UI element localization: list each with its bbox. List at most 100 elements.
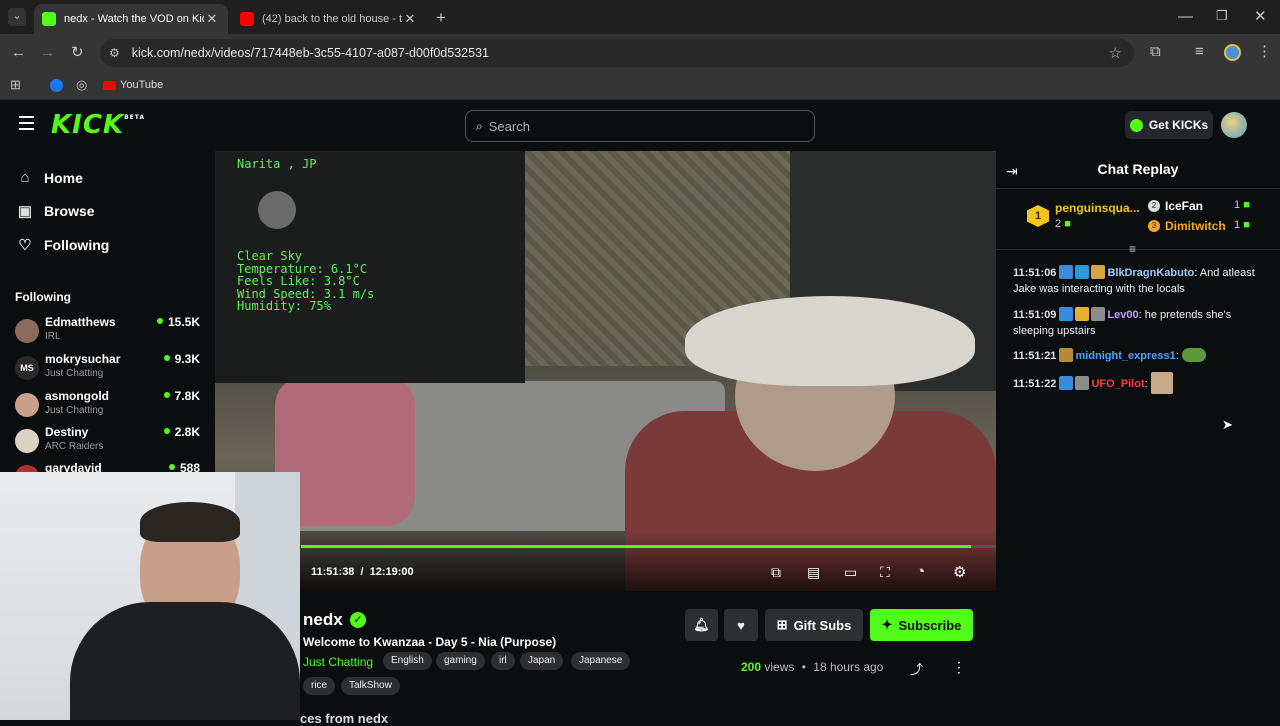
- get-kicks-button[interactable]: Get KICKs: [1125, 111, 1213, 139]
- close-tab-icon[interactable]: ✕: [402, 11, 418, 27]
- category-link[interactable]: Just Chatting: [303, 655, 373, 669]
- bookmark-label: YouTube: [120, 79, 164, 91]
- gift-subs-button[interactable]: ⊞ Gift Subs: [765, 609, 863, 641]
- viewer-count: 15.5K: [156, 315, 200, 329]
- share-icon[interactable]: ⤴: [910, 659, 923, 678]
- message-username[interactable]: BlkDragnKabuto: [1107, 267, 1194, 279]
- hamburger-menu-icon[interactable]: [19, 116, 34, 130]
- close-window-button[interactable]: ✕: [1254, 9, 1267, 24]
- bookmark-star-icon[interactable]: ☆: [1109, 44, 1122, 62]
- chat-message: 11:51:09 Lev00: he pretends she's sleepin…: [1013, 307, 1232, 337]
- pip-icon[interactable]: ⧉: [771, 564, 781, 581]
- nav-label: Home: [44, 169, 83, 186]
- new-tab-button[interactable]: +: [436, 9, 446, 26]
- nav-following[interactable]: ♡ Following: [16, 236, 109, 254]
- sub-badge-icon: [1059, 265, 1074, 279]
- tag-pill[interactable]: English: [383, 652, 432, 670]
- back-button[interactable]: ←: [11, 45, 26, 60]
- tag-pill[interactable]: irl: [491, 652, 515, 670]
- kick-favicon: [42, 12, 56, 26]
- tab-search-button[interactable]: ⌄: [8, 8, 26, 26]
- globe-icon[interactable]: ◎: [76, 78, 87, 91]
- address-bar[interactable]: ⚙ kick.com/nedx/videos/717448eb-3c55-410…: [100, 39, 1134, 67]
- avatar: [15, 319, 39, 343]
- leaderboard-name[interactable]: Dimitwitch: [1165, 219, 1226, 233]
- logo-beta-badge: BETA: [124, 114, 146, 121]
- message-username[interactable]: Lev00: [1107, 309, 1138, 321]
- theater-mode-icon[interactable]: ▭: [844, 564, 857, 581]
- views-count: 200: [741, 660, 762, 674]
- heart-icon: ♡: [18, 237, 32, 254]
- face-emote-icon: [1150, 372, 1173, 394]
- channel-item-edmatthews[interactable]: Edmatthews IRL 15.5K: [15, 315, 200, 349]
- channel-name: mokrysuchar: [45, 352, 121, 366]
- tag-pill[interactable]: rice: [303, 677, 336, 695]
- more-options-icon[interactable]: ⋮: [952, 659, 966, 676]
- menu-kebab-icon[interactable]: ⋮: [1257, 44, 1272, 59]
- tab-title: (42) back to the old house - the: [262, 13, 402, 25]
- channel-item-destiny[interactable]: Destiny ARC Raiders 2.8K: [15, 425, 200, 459]
- message-username[interactable]: midnight_express1: [1075, 350, 1175, 362]
- heart-icon: ♥: [737, 617, 745, 633]
- mouse-cursor-icon: ➤: [1222, 417, 1233, 432]
- leaderboard-name[interactable]: penguinsqua...: [1055, 201, 1140, 215]
- tag-pill[interactable]: Japan: [520, 652, 564, 670]
- site-info-icon[interactable]: ⚙: [109, 46, 120, 60]
- kick-logo[interactable]: KICKBETA: [51, 110, 145, 140]
- facebook-icon[interactable]: [50, 79, 63, 92]
- nav-browse[interactable]: ▣ Browse: [16, 202, 95, 220]
- tag-pill[interactable]: Japanese: [571, 652, 631, 670]
- tab-youtube[interactable]: (42) back to the old house - the ✕: [232, 4, 426, 34]
- viewer-count: 9.3K: [163, 352, 200, 366]
- message-username[interactable]: UFO_Pilot: [1091, 378, 1144, 390]
- profile-avatar[interactable]: [1224, 44, 1241, 61]
- playback-speed-icon[interactable]: ◔: [916, 563, 925, 580]
- live-dot-icon: [156, 318, 163, 324]
- tag-pill[interactable]: TalkShow: [341, 677, 400, 695]
- channel-name[interactable]: nedx: [303, 610, 343, 630]
- seek-bar[interactable]: [301, 545, 996, 548]
- close-tab-icon[interactable]: ✕: [204, 11, 220, 27]
- weather-readout: Clear Sky Temperature: 6.1°C Feels Like:…: [237, 250, 374, 313]
- settings-gear-icon[interactable]: ⚙: [953, 563, 966, 581]
- gift-icon: ⊞: [776, 617, 788, 632]
- clip-icon[interactable]: ▤: [807, 564, 820, 581]
- restore-window-button[interactable]: ❐: [1216, 9, 1228, 22]
- notification-bell-button[interactable]: 🔔︎: [685, 609, 718, 641]
- tag-pill[interactable]: gaming: [436, 652, 485, 670]
- gift-icon: ■: [1243, 199, 1250, 211]
- nav-home[interactable]: ⌂ Home: [16, 169, 83, 186]
- search-input[interactable]: ⌕ Search: [465, 110, 815, 142]
- subscribe-button[interactable]: ✦ Subscribe: [870, 609, 973, 641]
- reload-button[interactable]: ↻: [71, 45, 84, 60]
- channel-item-mokrysuchar[interactable]: MS mokrysuchar Just Chatting 9.3K: [15, 352, 200, 386]
- user-avatar[interactable]: [1221, 112, 1247, 138]
- home-icon: ⌂: [20, 169, 30, 186]
- follow-button[interactable]: ♥: [724, 609, 758, 641]
- apps-grid-icon[interactable]: ⊞: [10, 78, 21, 91]
- live-dot-icon: [168, 464, 175, 470]
- channel-item-asmongold[interactable]: asmongold Just Chatting 7.8K: [15, 389, 200, 423]
- minimize-window-button[interactable]: —: [1178, 9, 1193, 24]
- media-control-icon[interactable]: ≡: [1195, 44, 1204, 59]
- viewer-count-value: 9.3K: [174, 352, 200, 366]
- tab-kick[interactable]: nedx - Watch the VOD on Kick ✕: [34, 4, 228, 34]
- video-player[interactable]: Narita , JP Clear Sky Temperature: 6.1°C…: [215, 151, 996, 591]
- channel-name: asmongold: [45, 389, 110, 403]
- message-time: 11:51:06: [1013, 267, 1057, 279]
- leaderboard-name[interactable]: IceFan: [1165, 199, 1203, 213]
- viewer-count: 7.8K: [163, 389, 200, 403]
- chat-message: 11:51:06 BlkDragnKabuto: And atleast Jake…: [1013, 265, 1255, 295]
- fullscreen-icon[interactable]: ⛶: [880, 564, 890, 581]
- gift-icon: ■: [1064, 218, 1071, 230]
- extensions-icon[interactable]: ⧉: [1150, 44, 1161, 59]
- emote-badge-icon: [1059, 348, 1074, 362]
- youtube-icon: [103, 80, 116, 90]
- bookmark-youtube[interactable]: YouTube: [103, 79, 163, 91]
- chat-panel: ⇥ Chat Replay 1 penguinsqua... 2 ■ 2 Ice…: [996, 151, 1280, 720]
- pepe-emote-icon: [1181, 348, 1206, 362]
- forward-button[interactable]: →: [40, 45, 55, 60]
- channel-category: Just Chatting: [45, 368, 104, 379]
- sub-badge-icon: [1059, 376, 1074, 390]
- expand-leaderboard-icon[interactable]: ≡: [1129, 242, 1136, 256]
